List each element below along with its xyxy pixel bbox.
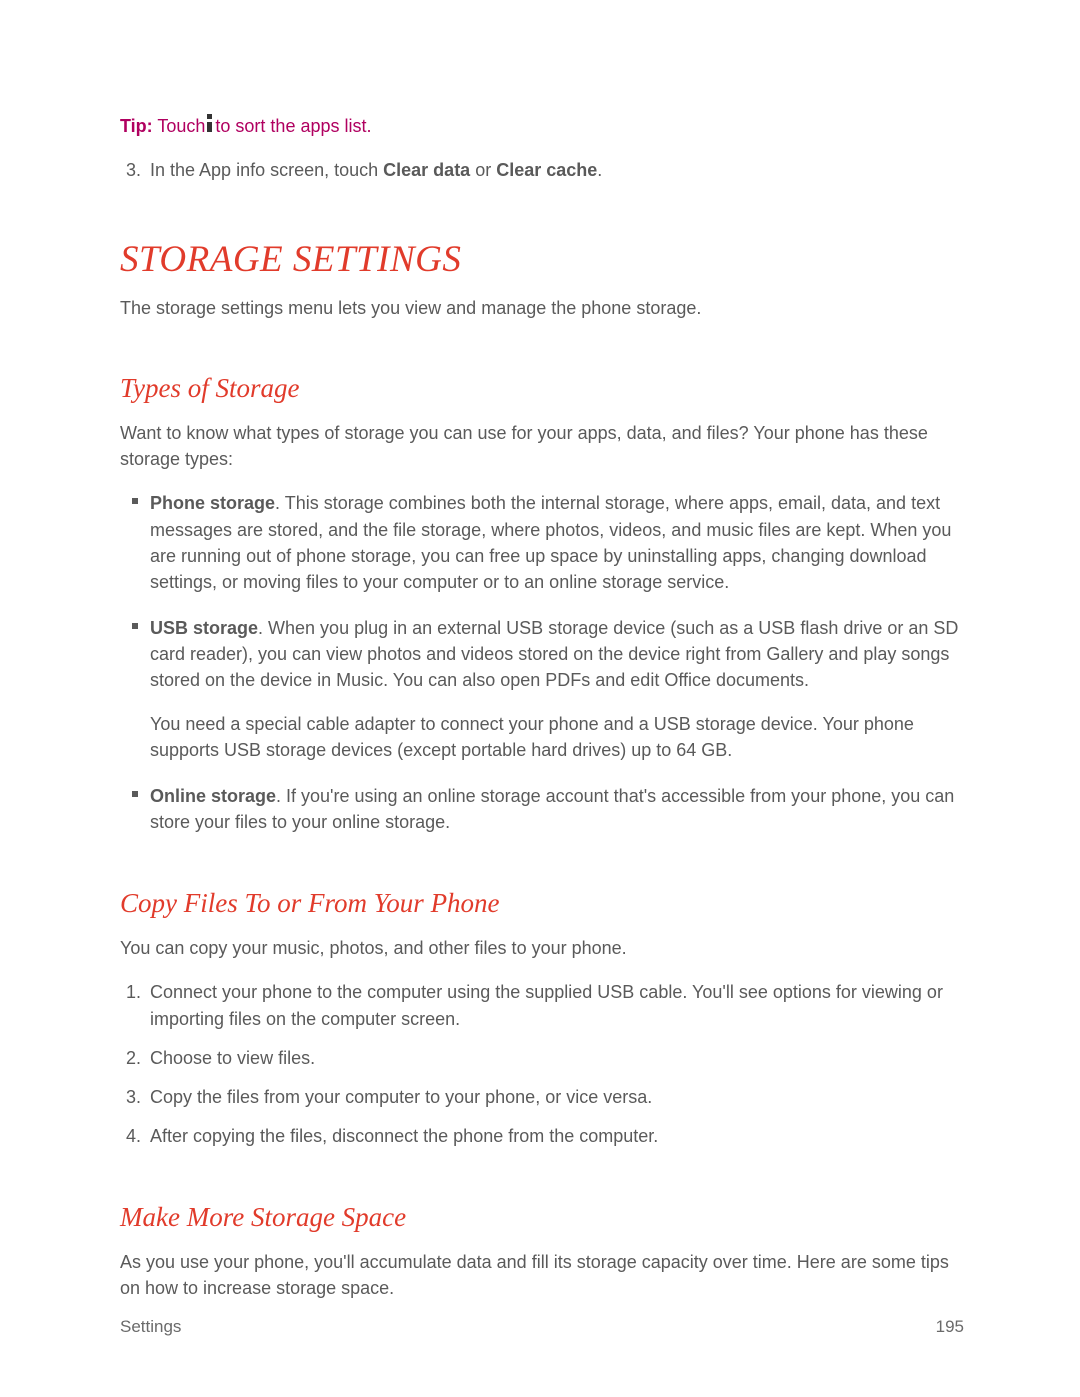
- list-item: Online storage. If you're using an onlin…: [120, 783, 964, 835]
- list-item: USB storage. When you plug in an externa…: [120, 615, 964, 763]
- footer-section: Settings: [120, 1317, 181, 1337]
- storage-intro: The storage settings menu lets you view …: [120, 295, 964, 321]
- clear-data-label: Clear data: [383, 160, 470, 180]
- step-text-mid: or: [470, 160, 496, 180]
- tip-after: to sort the apps list.: [215, 116, 371, 136]
- step-text: Choose to view files.: [150, 1048, 315, 1068]
- step-3: 3. In the App info screen, touch Clear d…: [120, 157, 964, 184]
- step-number: 4.: [126, 1123, 141, 1150]
- step-number: 3.: [126, 1084, 141, 1111]
- tip-line: Tip: Touch to sort the apps list.: [120, 114, 964, 139]
- list-item: Phone storage. This storage combines bot…: [120, 490, 964, 594]
- step-number: 3.: [126, 157, 141, 184]
- storage-types-list: Phone storage. This storage combines bot…: [120, 490, 964, 835]
- step-number: 2.: [126, 1045, 141, 1072]
- step-text: After copying the files, disconnect the …: [150, 1126, 658, 1146]
- usb-storage-label: USB storage: [150, 618, 258, 638]
- phone-storage-label: Phone storage: [150, 493, 275, 513]
- usb-storage-text: . When you plug in an external USB stora…: [150, 618, 958, 690]
- more-intro: As you use your phone, you'll accumulate…: [120, 1249, 964, 1301]
- tip-before: Touch: [157, 116, 205, 136]
- usb-storage-para2: You need a special cable adapter to conn…: [150, 711, 964, 763]
- heading-types-of-storage: Types of Storage: [120, 373, 964, 404]
- online-storage-label: Online storage: [150, 786, 276, 806]
- tip-label: Tip:: [120, 116, 153, 136]
- document-page: Tip: Touch to sort the apps list. 3. In t…: [0, 0, 1080, 1369]
- types-intro: Want to know what types of storage you c…: [120, 420, 964, 472]
- clear-cache-label: Clear cache: [496, 160, 597, 180]
- footer-page-number: 195: [936, 1317, 964, 1337]
- step-number: 1.: [126, 979, 141, 1006]
- step-text: Copy the files from your computer to you…: [150, 1087, 652, 1107]
- step-text-post: .: [597, 160, 602, 180]
- step-text-pre: In the App info screen, touch: [150, 160, 383, 180]
- sort-icon: [207, 114, 213, 132]
- list-item: 3. Copy the files from your computer to …: [120, 1084, 964, 1111]
- heading-make-more-space: Make More Storage Space: [120, 1202, 964, 1233]
- list-item: 4. After copying the files, disconnect t…: [120, 1123, 964, 1150]
- page-footer: Settings 195: [120, 1317, 964, 1337]
- copy-intro: You can copy your music, photos, and oth…: [120, 935, 964, 961]
- heading-copy-files: Copy Files To or From Your Phone: [120, 888, 964, 919]
- heading-storage-settings: STORAGE SETTINGS: [120, 238, 964, 281]
- step-text: Connect your phone to the computer using…: [150, 982, 943, 1029]
- copy-steps-list: 1. Connect your phone to the computer us…: [120, 979, 964, 1150]
- list-item: 1. Connect your phone to the computer us…: [120, 979, 964, 1033]
- list-item: 2. Choose to view files.: [120, 1045, 964, 1072]
